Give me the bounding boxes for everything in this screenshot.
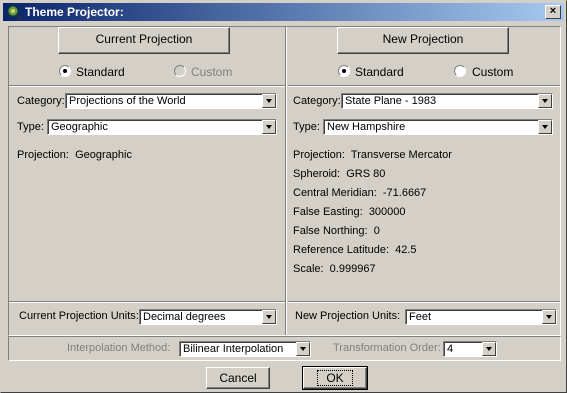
chevron-down-icon[interactable] [262, 120, 276, 134]
new-type-value: New Hampshire [327, 121, 406, 133]
chevron-down-icon[interactable] [262, 94, 276, 108]
new-param-false-northing: False Northing: 0 [293, 225, 380, 237]
current-projection-text: Projection: Geographic [17, 149, 132, 161]
theme-projector-dialog: Theme Projector: × Current Projection St… [0, 0, 567, 393]
new-units-select[interactable]: Feet [405, 309, 557, 325]
new-projection-tab-label: New Projection [382, 32, 464, 46]
panel-divider [285, 27, 287, 335]
units-divider-right [288, 301, 560, 303]
chevron-down-icon[interactable] [262, 310, 276, 324]
new-param-scale: Scale: 0.999967 [293, 263, 376, 275]
current-custom-label: Custom [191, 65, 233, 79]
current-standard-label: Standard [76, 65, 125, 79]
cancel-button-label: Cancel [219, 371, 257, 385]
transformation-order-select[interactable]: 4 [443, 341, 497, 357]
new-type-label: Type: [293, 121, 320, 133]
title-bar: Theme Projector: × [3, 3, 564, 21]
current-type-value: Geographic [51, 121, 108, 133]
current-custom-radio [174, 65, 186, 77]
ok-button-label: OK [317, 370, 353, 386]
chevron-down-icon[interactable] [482, 342, 496, 356]
header-divider-right [288, 85, 560, 87]
interpolation-value: Bilinear Interpolation [183, 343, 284, 355]
new-custom-label: Custom [472, 65, 514, 79]
transformation-order-value: 4 [447, 343, 454, 355]
new-standard-radio[interactable] [338, 65, 350, 77]
close-button[interactable]: × [545, 5, 561, 19]
ok-button[interactable]: OK [302, 366, 368, 390]
interpolation-label: Interpolation Method: [67, 342, 171, 354]
close-icon: × [549, 5, 557, 17]
new-param-central-meridian: Central Meridian: -71.6667 [293, 187, 427, 199]
chevron-down-icon[interactable] [542, 310, 556, 324]
new-param-reference-latitude: Reference Latitude: 42.5 [293, 244, 417, 256]
new-category-label: Category: [293, 95, 341, 107]
current-type-select[interactable]: Geographic [47, 119, 277, 135]
new-param-false-easting: False Easting: 300000 [293, 206, 406, 218]
units-divider-left [9, 301, 285, 303]
new-category-value: State Plane - 1983 [345, 95, 437, 107]
current-projection-tab-label: Current Projection [95, 32, 193, 46]
current-units-label: Current Projection Units: [19, 310, 139, 322]
new-units-value: Feet [409, 311, 432, 323]
chevron-down-icon[interactable] [296, 342, 310, 356]
cancel-button[interactable]: Cancel [206, 367, 270, 389]
header-divider-left [9, 85, 285, 87]
transformation-order-label: Transformation Order: [333, 342, 441, 354]
current-category-select[interactable]: Projections of the World [65, 93, 277, 109]
new-projection-tab[interactable]: New Projection [337, 27, 509, 54]
current-category-value: Projections of the World [69, 95, 186, 107]
current-projection-tab[interactable]: Current Projection [58, 27, 230, 54]
window-title: Theme Projector: [25, 5, 124, 19]
app-icon [7, 5, 22, 20]
current-standard-radio[interactable] [59, 65, 71, 77]
chevron-down-icon[interactable] [538, 94, 552, 108]
current-units-select[interactable]: Decimal degrees [139, 309, 277, 325]
current-units-value: Decimal degrees [143, 311, 226, 323]
current-category-label: Category: [17, 95, 65, 107]
new-param-projection: Projection: Transverse Mercator [293, 149, 452, 161]
new-param-spheroid: Spheroid: GRS 80 [293, 168, 386, 180]
interpolation-select[interactable]: Bilinear Interpolation [179, 341, 311, 357]
current-type-label: Type: [17, 121, 44, 133]
new-type-select[interactable]: New Hampshire [323, 119, 553, 135]
new-category-select[interactable]: State Plane - 1983 [341, 93, 553, 109]
new-units-label: New Projection Units: [295, 310, 401, 322]
new-standard-label: Standard [355, 65, 404, 79]
new-custom-radio[interactable] [454, 65, 466, 77]
chevron-down-icon[interactable] [538, 120, 552, 134]
